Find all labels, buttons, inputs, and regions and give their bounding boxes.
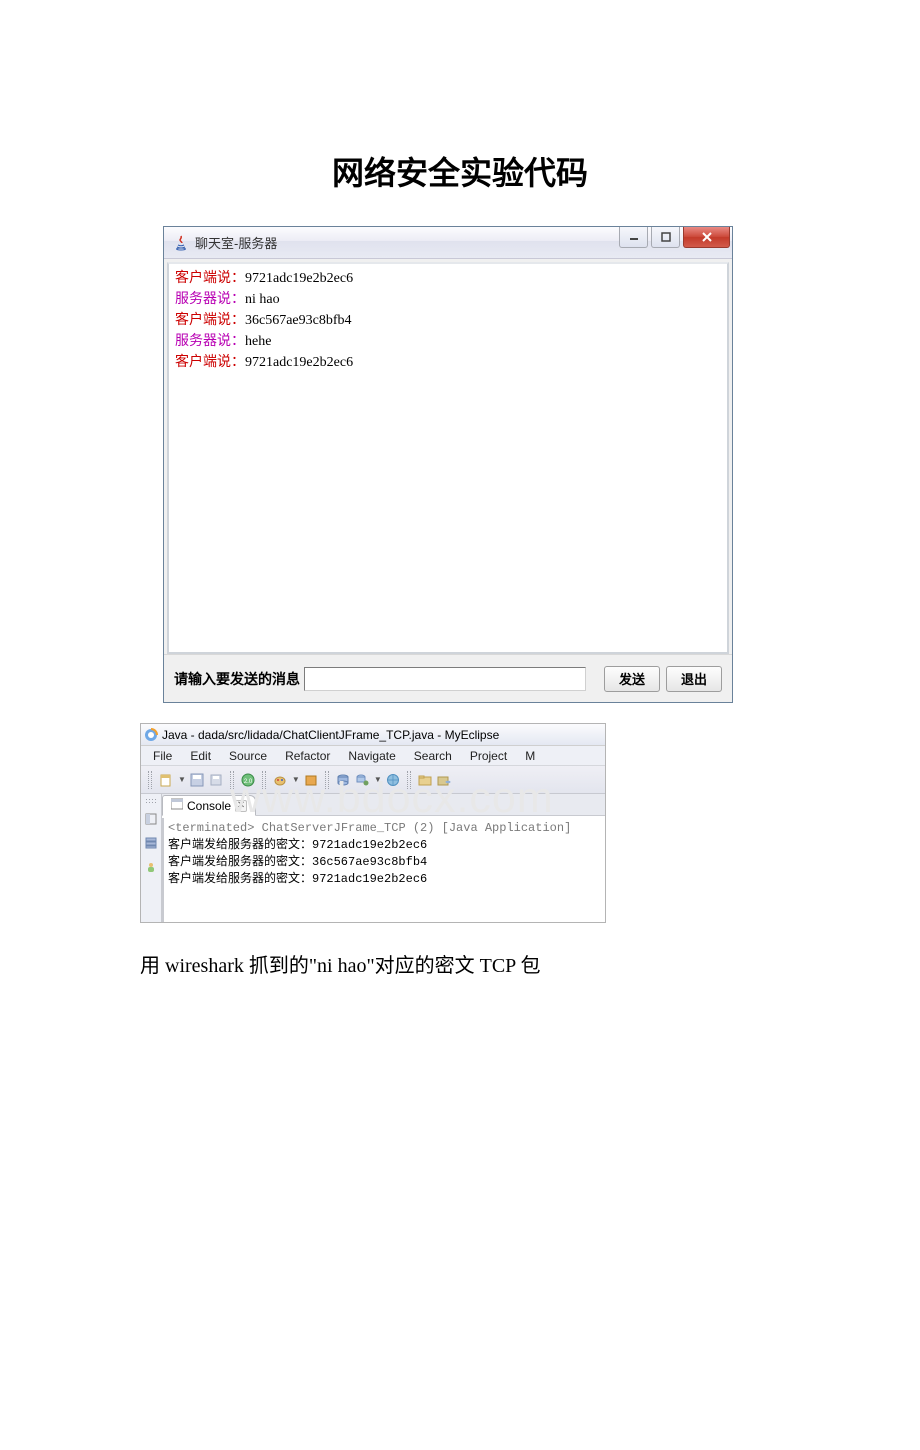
chat-window-title: 聊天室-服务器 [195,233,277,252]
chat-input-bar: 请输入要发送的消息 发送 退出 [164,654,732,702]
myeclipse-icon [144,728,158,742]
new-icon[interactable] [158,772,174,788]
chat-message-line: 客户端说：9721adc19e2b2ec6 [175,352,721,373]
console-tab-label: Console [187,799,231,813]
dropdown-arrow-icon[interactable]: ▼ [292,775,300,784]
menu-project[interactable]: Project [461,748,516,764]
chat-message-line: 服务器说：hehe [175,331,721,352]
chat-titlebar: 聊天室-服务器 [164,227,732,259]
dropdown-arrow-icon[interactable]: ▼ [374,775,382,784]
msg-value: 9721adc19e2b2ec6 [245,271,353,286]
folder-icon[interactable] [417,772,433,788]
eclipse-title-text: Java - dada/src/lidada/ChatClientJFrame_… [162,728,499,742]
menu-navigate[interactable]: Navigate [339,748,404,764]
input-label: 请输入要发送的消息 [174,669,300,689]
toolbar-grip [407,771,411,789]
restore-view-icon[interactable] [143,811,159,827]
menu-search[interactable]: Search [405,748,461,764]
eclipse-titlebar: Java - dada/src/lidada/ChatClientJFrame_… [141,724,605,746]
folder-db-icon[interactable] [436,772,452,788]
box-icon[interactable] [303,772,319,788]
console-content: <terminated> ChatServerJFrame_TCP (2) [J… [162,818,605,922]
java-icon [173,235,189,251]
close-button[interactable] [683,227,730,248]
chat-message-line: 客户端说：9721adc19e2b2ec6 [175,268,721,289]
chat-message-line: 服务器说：ni hao [175,289,721,310]
menu-more[interactable]: M [516,748,544,764]
save-all-icon[interactable] [208,772,224,788]
eclipse-window: Java - dada/src/lidada/ChatClientJFrame_… [140,723,606,923]
close-tab-icon[interactable]: ✕ [235,800,247,812]
msg-value: ni hao [245,292,280,307]
chat-message-area: 客户端说：9721adc19e2b2ec6 服务器说：ni hao 客户端说：3… [167,262,729,654]
globe-icon[interactable]: 2.0 [240,772,256,788]
eclipse-sidebar [141,794,162,922]
menu-source[interactable]: Source [220,748,276,764]
servers-icon[interactable] [143,835,159,851]
msg-value: hehe [245,334,271,349]
palette-icon[interactable] [272,772,288,788]
send-button[interactable]: 发送 [604,666,660,692]
eclipse-menubar: File Edit Source Refactor Navigate Searc… [141,746,605,766]
console-output-line: 客户端发给服务器的密文：9721adc19e2b2ec6 [168,871,601,888]
toolbar-grip [230,771,234,789]
exit-button[interactable]: 退出 [666,666,722,692]
page-title: 网络安全实验代码 [0,148,920,194]
menu-edit[interactable]: Edit [181,748,220,764]
msg-value: 9721adc19e2b2ec6 [245,355,353,370]
console-output-line: 客户端发给服务器的密文：9721adc19e2b2ec6 [168,837,601,854]
svg-text:2.0: 2.0 [244,779,253,785]
eclipse-main: Console ✕ <terminated> ChatServerJFrame_… [162,794,605,922]
eclipse-body: Console ✕ <terminated> ChatServerJFrame_… [141,794,605,922]
console-output-line: 客户端发给服务器的密文：36c567ae93c8bfb4 [168,854,601,871]
msg-prefix: 服务器说： [175,292,245,307]
person-icon[interactable] [143,859,159,875]
toolbar-grip [148,771,152,789]
chat-window: 聊天室-服务器 客户端说：9721adc19e2b2ec6 服务器说：ni ha… [163,226,733,703]
db-icon[interactable] [335,772,351,788]
console-tab[interactable]: Console ✕ [162,795,256,816]
save-icon[interactable] [189,772,205,788]
msg-value: 36c567ae93c8bfb4 [245,313,352,328]
msg-prefix: 服务器说： [175,334,245,349]
chat-message-line: 客户端说：36c567ae93c8bfb4 [175,310,721,331]
eclipse-toolbar: ▼ 2.0 ▼ ▼ [141,766,605,794]
menu-file[interactable]: File [144,748,181,764]
menu-refactor[interactable]: Refactor [276,748,339,764]
console-terminated-line: <terminated> ChatServerJFrame_TCP (2) [J… [168,820,601,837]
msg-prefix: 客户端说： [175,313,245,328]
toolbar-grip [325,771,329,789]
globe2-icon[interactable] [385,772,401,788]
msg-prefix: 客户端说： [175,355,245,370]
dropdown-arrow-icon[interactable]: ▼ [178,775,186,784]
caption-text: 用 wireshark 抓到的"ni hao"对应的密文 TCP 包 [140,949,920,978]
maximize-button[interactable] [651,227,680,248]
message-input[interactable] [304,667,586,691]
db2-icon[interactable] [354,772,370,788]
toolbar-grip [262,771,266,789]
msg-prefix: 客户端说： [175,271,245,286]
minimize-button[interactable] [619,227,648,248]
console-tab-row: Console ✕ [162,794,605,816]
sidebar-grip [145,798,158,803]
console-icon [171,798,183,813]
window-controls [619,227,732,249]
